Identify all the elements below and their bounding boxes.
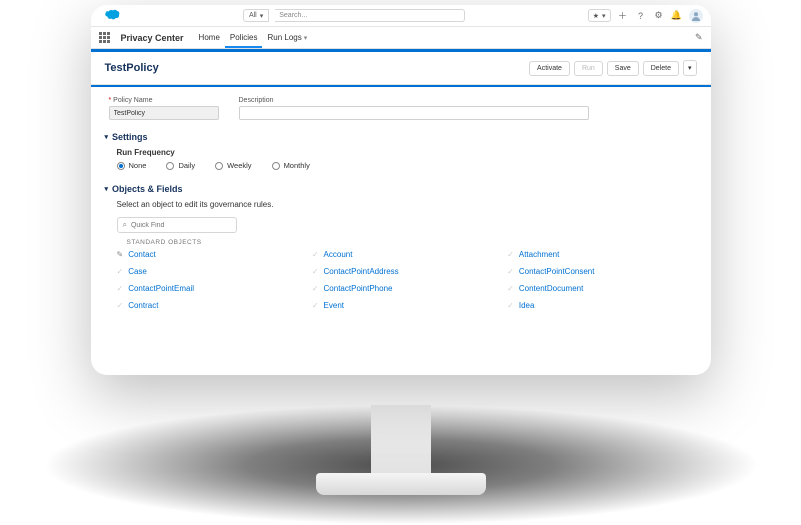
radio-icon — [272, 162, 280, 170]
chevron-down-icon: ▾ — [260, 12, 264, 20]
object-link[interactable]: Account — [324, 250, 353, 259]
run-frequency-option-weekly[interactable]: Weekly — [215, 161, 251, 170]
object-link[interactable]: Attachment — [519, 250, 559, 259]
object-link[interactable]: Event — [324, 301, 344, 310]
object-item-contactpointphone[interactable]: ✓ ContactPointPhone — [312, 284, 497, 293]
object-item-contact[interactable]: ✎ Contact — [117, 250, 302, 259]
more-actions-button[interactable]: ▾ — [683, 60, 697, 76]
app-nav: Privacy Center HomePoliciesRun Logs▾ ✎ — [91, 27, 711, 49]
settings-title: Settings — [112, 132, 148, 142]
pencil-icon: ✎ — [117, 250, 124, 259]
object-item-contactpointconsent[interactable]: ✓ ContactPointConsent — [507, 267, 692, 276]
edit-nav-icon[interactable]: ✎ — [695, 32, 703, 43]
objects-caption: Select an object to edit its governance … — [117, 200, 693, 209]
avatar[interactable] — [689, 9, 703, 23]
check-icon: ✓ — [507, 301, 514, 310]
collapse-icon: ▾ — [105, 133, 109, 141]
check-icon: ✓ — [507, 284, 514, 293]
radio-label: None — [129, 161, 147, 170]
radio-icon — [215, 162, 223, 170]
delete-button[interactable]: Delete — [643, 61, 679, 76]
object-link[interactable]: Case — [128, 267, 147, 276]
radio-label: Monthly — [284, 161, 310, 170]
check-icon: ✓ — [117, 301, 124, 310]
star-icon: ★ — [593, 12, 599, 20]
content-area: Policy Name Description ▾ Settings Run F… — [91, 87, 711, 372]
check-icon: ✓ — [312, 250, 319, 259]
run-button[interactable]: Run — [574, 61, 603, 76]
screen: All ▾ Search... ★ ▾ ＋ ? ⚙ 🔔 — [91, 5, 711, 375]
monitor-stand-base — [316, 473, 486, 495]
object-link[interactable]: ContactPointAddress — [324, 267, 399, 276]
gear-icon[interactable]: ⚙ — [653, 10, 665, 22]
object-item-event[interactable]: ✓ Event — [312, 301, 497, 310]
radio-icon — [166, 162, 174, 170]
object-link[interactable]: ContactPointConsent — [519, 267, 595, 276]
quick-find-field[interactable] — [131, 222, 231, 229]
object-item-contract[interactable]: ✓ Contract — [117, 301, 302, 310]
objects-section-header[interactable]: ▾ Objects & Fields — [105, 184, 693, 194]
search-icon: ⌕ — [123, 220, 127, 230]
settings-section-header[interactable]: ▾ Settings — [105, 132, 693, 142]
check-icon: ✓ — [312, 284, 319, 293]
collapse-icon: ▾ — [105, 185, 109, 193]
run-frequency-option-none[interactable]: None — [117, 161, 147, 170]
help-icon[interactable]: ? — [635, 10, 647, 22]
save-button[interactable]: Save — [607, 61, 639, 76]
search-placeholder: Search... — [279, 12, 307, 19]
nav-tab-policies[interactable]: Policies — [225, 27, 263, 48]
global-header: All ▾ Search... ★ ▾ ＋ ? ⚙ 🔔 — [91, 5, 711, 27]
app-launcher-icon[interactable] — [99, 32, 111, 44]
check-icon: ✓ — [117, 267, 124, 276]
favorites-button[interactable]: ★ ▾ — [588, 9, 611, 22]
check-icon: ✓ — [117, 284, 124, 293]
object-link[interactable]: ContactPointEmail — [128, 284, 194, 293]
run-frequency-option-daily[interactable]: Daily — [166, 161, 195, 170]
search-scope-label: All — [249, 12, 257, 19]
policy-name-label: Policy Name — [109, 97, 219, 104]
object-item-idea[interactable]: ✓ Idea — [507, 301, 692, 310]
run-frequency-option-monthly[interactable]: Monthly — [272, 161, 310, 170]
chevron-down-icon: ▾ — [602, 12, 606, 20]
nav-tab-home[interactable]: Home — [194, 27, 225, 48]
salesforce-cloud-icon — [99, 9, 121, 23]
chevron-down-icon: ▾ — [304, 34, 308, 42]
object-link[interactable]: Contact — [128, 250, 156, 259]
check-icon: ✓ — [507, 267, 514, 276]
check-icon: ✓ — [312, 301, 319, 310]
radio-icon — [117, 162, 125, 170]
page-header: TestPolicy Activate Run Save Delete ▾ — [91, 52, 711, 85]
bell-icon[interactable]: 🔔 — [671, 10, 683, 22]
object-link[interactable]: Idea — [519, 301, 535, 310]
object-item-case[interactable]: ✓ Case — [117, 267, 302, 276]
check-icon: ✓ — [312, 267, 319, 276]
policy-name-input[interactable] — [109, 106, 219, 120]
object-link[interactable]: Contract — [128, 301, 158, 310]
run-frequency-label: Run Frequency — [117, 148, 693, 157]
quick-find-input[interactable]: ⌕ — [117, 217, 237, 233]
page-title: TestPolicy — [105, 62, 159, 74]
object-item-contactpointemail[interactable]: ✓ ContactPointEmail — [117, 284, 302, 293]
nav-tab-run-logs[interactable]: Run Logs▾ — [262, 27, 312, 48]
activate-button[interactable]: Activate — [529, 61, 570, 76]
check-icon: ✓ — [507, 250, 514, 259]
standard-objects-group-label: STANDARD OBJECTS — [127, 239, 693, 246]
object-item-account[interactable]: ✓ Account — [312, 250, 497, 259]
object-item-attachment[interactable]: ✓ Attachment — [507, 250, 692, 259]
object-link[interactable]: ContentDocument — [519, 284, 583, 293]
radio-label: Weekly — [227, 161, 251, 170]
app-name: Privacy Center — [121, 33, 184, 43]
radio-label: Daily — [178, 161, 195, 170]
global-search-input[interactable]: Search... — [275, 9, 465, 22]
object-link[interactable]: ContactPointPhone — [324, 284, 393, 293]
description-input[interactable] — [239, 106, 589, 120]
description-label: Description — [239, 97, 589, 104]
objects-title: Objects & Fields — [112, 184, 183, 194]
object-item-contactpointaddress[interactable]: ✓ ContactPointAddress — [312, 267, 497, 276]
search-scope-selector[interactable]: All ▾ — [243, 9, 269, 22]
add-icon[interactable]: ＋ — [617, 10, 629, 22]
object-item-contentdocument[interactable]: ✓ ContentDocument — [507, 284, 692, 293]
